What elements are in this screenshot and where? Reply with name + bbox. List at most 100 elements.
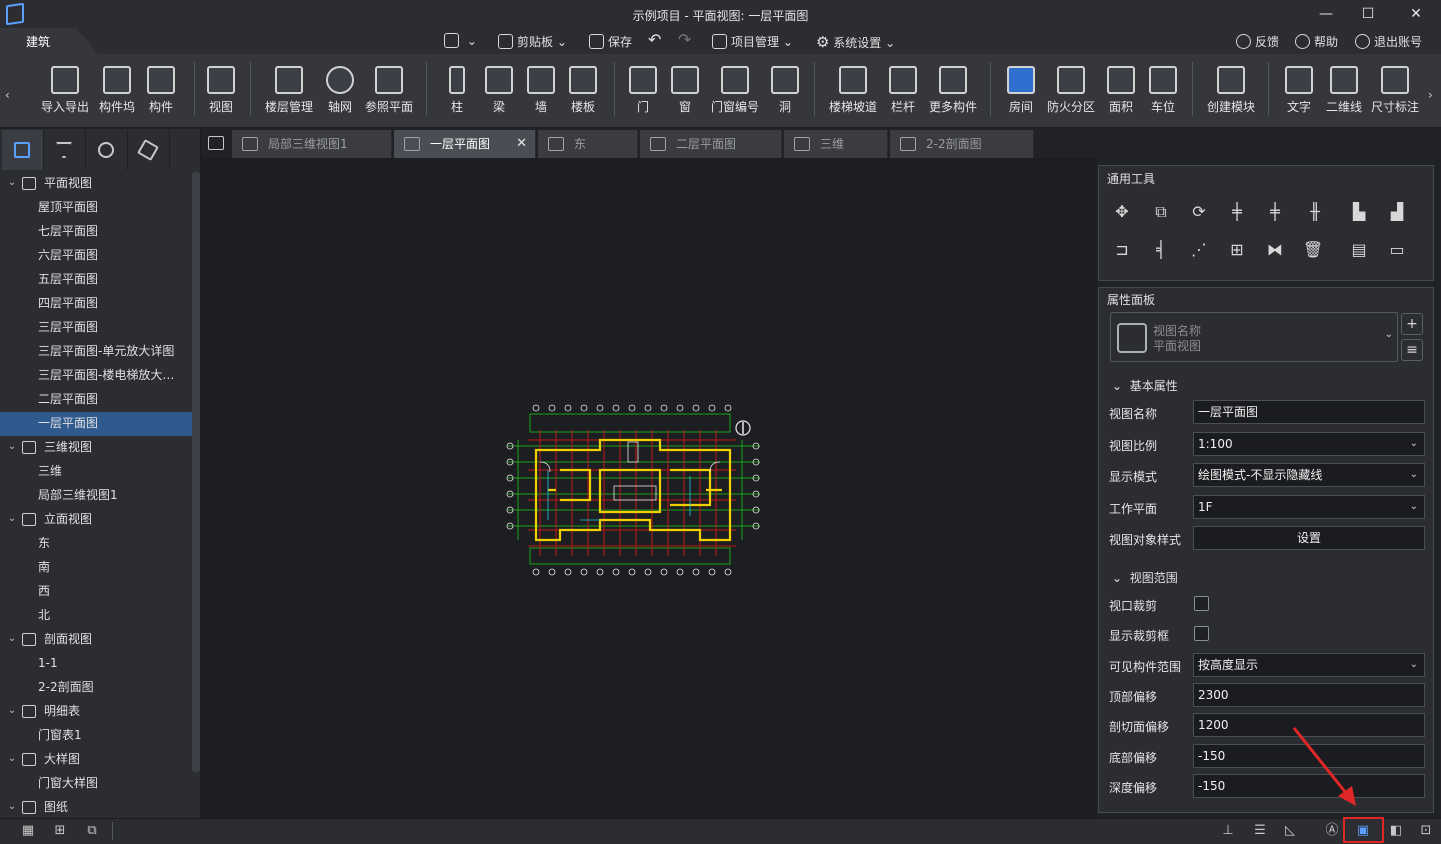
- tab-floor-1[interactable]: 一层平面图 ✕: [394, 130, 536, 158]
- sidebar-tab-3d[interactable]: [128, 130, 170, 170]
- system-settings-button[interactable]: ⚙ 系统设置 ⌄: [816, 33, 895, 51]
- section-view-range[interactable]: ⌄ 视图范围: [1112, 569, 1178, 586]
- component-button[interactable]: 构件: [144, 60, 178, 120]
- tab-3d[interactable]: 三维: [784, 130, 888, 158]
- property-select[interactable]: 绘图模式-不显示隐藏线 ⌄: [1193, 463, 1425, 487]
- linear-array-icon[interactable]: ⋰: [1187, 238, 1211, 262]
- floor-slab-button[interactable]: 楼板: [566, 60, 600, 120]
- sidebar-tab-filter[interactable]: [44, 130, 86, 170]
- opening-button[interactable]: 洞: [770, 60, 800, 120]
- beam-button[interactable]: 梁: [484, 60, 514, 120]
- help-button[interactable]: 帮助: [1295, 33, 1338, 50]
- tree-item[interactable]: 2-2剖面图: [0, 676, 192, 700]
- tree-item[interactable]: 三层平面图-单元放大详图: [0, 340, 192, 364]
- show-crop-region-icon[interactable]: ◧: [1386, 821, 1406, 841]
- tree-group[interactable]: ⌄ 平面视图: [0, 172, 192, 196]
- sidebar-tab-location[interactable]: [86, 130, 128, 170]
- scale-icon[interactable]: ⊥: [1218, 821, 1238, 841]
- open-folder-button[interactable]: ⌄: [444, 33, 477, 48]
- property-checkbox[interactable]: [1194, 596, 1209, 611]
- section-basic-properties[interactable]: ⌄ 基本属性: [1112, 377, 1178, 394]
- level-management-button[interactable]: 楼层管理: [264, 60, 314, 120]
- dimension-button[interactable]: 尺寸标注: [1370, 60, 1420, 120]
- property-checkbox[interactable]: [1194, 626, 1209, 642]
- stairs-ramp-button[interactable]: 楼梯坡道: [828, 60, 878, 120]
- tree-item[interactable]: 屋顶平面图: [0, 196, 192, 220]
- close-tab-icon[interactable]: ✕: [516, 130, 527, 158]
- tree-group[interactable]: ⌄ 图纸: [0, 796, 192, 816]
- tree-item[interactable]: 门窗表1: [0, 724, 192, 748]
- align-tool-icon[interactable]: ▙: [1347, 200, 1371, 224]
- split-tool-icon[interactable]: ╪: [1263, 200, 1287, 224]
- layout-grid-icon[interactable]: ▦: [18, 821, 38, 841]
- add-type-button[interactable]: +: [1401, 313, 1423, 335]
- tab-east[interactable]: 东: [538, 130, 638, 158]
- tree-item[interactable]: 四层平面图: [0, 292, 192, 316]
- component-dock-button[interactable]: 构件坞: [96, 60, 138, 120]
- detail-level-icon[interactable]: ☰: [1250, 821, 1270, 841]
- save-button[interactable]: 保存: [589, 33, 632, 50]
- copy-tool-icon[interactable]: ⧉: [1149, 200, 1173, 224]
- maximize-button[interactable]: ☐: [1358, 4, 1378, 24]
- property-select[interactable]: 1:100 ⌄: [1193, 431, 1425, 456]
- project-management-button[interactable]: 项目管理 ⌄: [712, 33, 793, 50]
- chevron-down-icon[interactable]: ⌄: [8, 628, 16, 650]
- tab-floor-2[interactable]: 二层平面图: [640, 130, 782, 158]
- minimize-button[interactable]: —: [1316, 4, 1336, 24]
- pin-tool-icon[interactable]: ▤: [1347, 238, 1371, 262]
- grid-button[interactable]: 轴网: [325, 60, 355, 120]
- chevron-down-icon[interactable]: ⌄: [8, 436, 16, 458]
- column-button[interactable]: 柱: [442, 60, 472, 120]
- tree-item[interactable]: 西: [0, 580, 192, 604]
- chevron-down-icon[interactable]: ⌄: [8, 796, 16, 816]
- layout-tile-icon[interactable]: ⊞: [50, 821, 70, 841]
- offset-tool-icon[interactable]: ▟: [1385, 200, 1409, 224]
- property-button[interactable]: 设置: [1193, 526, 1425, 550]
- tree-item[interactable]: 一层平面图: [0, 412, 192, 436]
- annotation-icon[interactable]: Ⓐ: [1322, 821, 1342, 841]
- property-input[interactable]: 2300: [1193, 682, 1425, 707]
- line-2d-button[interactable]: 二维线: [1324, 60, 1364, 120]
- tree-group[interactable]: ⌄ 明细表: [0, 700, 192, 724]
- logout-button[interactable]: 退出账号: [1355, 33, 1422, 50]
- parking-button[interactable]: 车位: [1148, 60, 1178, 120]
- create-module-button[interactable]: 创建模块: [1206, 60, 1256, 120]
- delete-tool-icon[interactable]: 🗑: [1301, 238, 1325, 262]
- chevron-down-icon[interactable]: ⌄: [8, 748, 16, 770]
- tree-group[interactable]: ⌄ 剖面视图: [0, 628, 192, 652]
- import-export-button[interactable]: 导入导出: [40, 60, 90, 120]
- view-button[interactable]: 视图: [204, 60, 238, 120]
- chevron-down-icon[interactable]: ⌄: [8, 172, 16, 194]
- tree-item[interactable]: 南: [0, 556, 192, 580]
- tree-group[interactable]: ⌄ 三维视图: [0, 436, 192, 460]
- type-list-button[interactable]: ≡: [1401, 339, 1423, 361]
- redo-button[interactable]: ↷: [678, 30, 691, 49]
- tree-item[interactable]: 六层平面图: [0, 244, 192, 268]
- tree-item[interactable]: 局部三维视图1: [0, 484, 192, 508]
- tree-item[interactable]: 五层平面图: [0, 268, 192, 292]
- ruler-tool-icon[interactable]: ▭: [1385, 238, 1409, 262]
- tree-item[interactable]: 北: [0, 604, 192, 628]
- reference-plane-button[interactable]: 参照平面: [364, 60, 414, 120]
- drawing-canvas[interactable]: [201, 158, 1097, 818]
- ribbon-scroll-right-icon[interactable]: ›: [1428, 88, 1433, 102]
- zoom-fit-icon[interactable]: ⊡: [1416, 821, 1436, 841]
- extend-tool-icon[interactable]: ╫: [1303, 200, 1327, 224]
- mirror-tool-icon[interactable]: ⧓: [1263, 238, 1287, 262]
- property-select[interactable]: 1F ⌄: [1193, 494, 1425, 519]
- railing-button[interactable]: 栏杆: [888, 60, 918, 120]
- rotate-tool-icon[interactable]: ⟳: [1187, 200, 1211, 224]
- property-input[interactable]: 一层平面图: [1193, 400, 1425, 424]
- tree-scrollbar[interactable]: [192, 172, 200, 772]
- chevron-down-icon[interactable]: ⌄: [8, 700, 16, 722]
- break-tool-icon[interactable]: ╡: [1149, 238, 1173, 262]
- tree-item[interactable]: 三维: [0, 460, 192, 484]
- fire-zone-button[interactable]: 防火分区: [1046, 60, 1096, 120]
- tab-local-3d[interactable]: 局部三维视图1: [232, 130, 392, 158]
- tree-group[interactable]: ⌄ 大样图: [0, 748, 192, 772]
- property-select[interactable]: 按高度显示 ⌄: [1193, 652, 1425, 677]
- measure-tool-icon[interactable]: ⊐: [1110, 238, 1134, 262]
- door-window-number-button[interactable]: 门窗编号: [710, 60, 760, 120]
- tree-item[interactable]: 二层平面图: [0, 388, 192, 412]
- move-tool-icon[interactable]: ✥: [1110, 200, 1134, 224]
